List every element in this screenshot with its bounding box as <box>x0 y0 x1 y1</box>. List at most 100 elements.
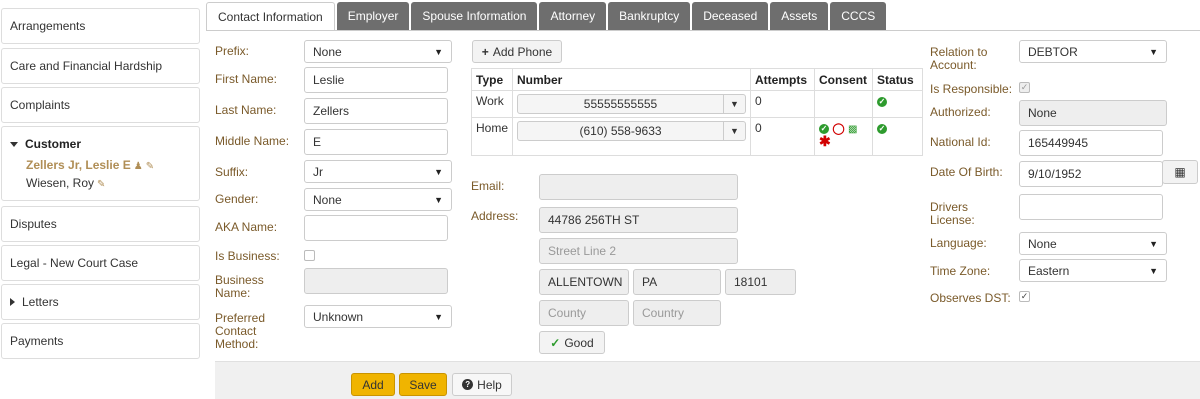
is-responsible-checkbox[interactable]: ✓ <box>1019 82 1030 93</box>
first-name-input[interactable]: Leslie <box>304 67 448 93</box>
business-name-input[interactable] <box>304 268 448 294</box>
tab-bankruptcy[interactable]: Bankruptcy <box>608 2 691 30</box>
email-label: Email: <box>471 179 505 193</box>
middle-name-label: Middle Name: <box>215 134 290 148</box>
tab-employer[interactable]: Employer <box>336 2 410 30</box>
person-icon: ♟ <box>133 161 143 172</box>
check-circle-icon: ✓ <box>877 96 888 107</box>
county-input[interactable]: County <box>539 300 629 326</box>
caret-down-icon: ▼ <box>434 311 443 322</box>
question-circle-icon: ? <box>462 379 474 390</box>
headset-icon[interactable]: ◯ <box>832 123 844 135</box>
business-name-label: Business Name: <box>215 273 264 300</box>
address-line2-input[interactable]: Street Line 2 <box>539 238 738 264</box>
address-status-button[interactable]: ✓ Good <box>539 331 605 354</box>
sidebar: Arrangements Care and Financial Hardship… <box>0 0 202 399</box>
gender-label: Gender: <box>215 192 259 206</box>
prefix-select[interactable]: None ▼ <box>304 40 452 63</box>
tab-bar: Contact Information Employer Spouse Info… <box>206 2 888 30</box>
tab-assets[interactable]: Assets <box>770 2 829 30</box>
tab-deceased[interactable]: Deceased <box>692 2 769 30</box>
tab-contact-information[interactable]: Contact Information <box>206 2 335 30</box>
help-button[interactable]: ? Help <box>452 373 512 396</box>
address-label: Address: <box>471 209 519 223</box>
address-line1-input[interactable]: 44786 256TH ST <box>539 207 738 233</box>
gender-select[interactable]: None ▼ <box>304 188 452 211</box>
calendar-icon: ▦ <box>1174 165 1186 179</box>
sidebar-item-legal[interactable]: Legal - New Court Case <box>1 245 200 281</box>
time-zone-label: Time Zone: <box>930 264 991 278</box>
sidebar-item-arrangements[interactable]: Arrangements <box>1 8 200 44</box>
caret-down-icon: ▼ <box>723 95 745 113</box>
add-phone-button[interactable]: + Add Phone <box>472 40 562 63</box>
sidebar-item-disputes[interactable]: Disputes <box>1 206 200 242</box>
caret-down-icon: ▼ <box>1149 46 1158 57</box>
sidebar-item-letters[interactable]: Letters <box>1 284 200 320</box>
dob-input[interactable]: 9/10/1952 <box>1019 161 1163 187</box>
caret-down-icon: ▼ <box>434 166 443 177</box>
last-name-input[interactable]: Zellers <box>304 98 448 124</box>
save-button[interactable]: Save <box>399 373 447 396</box>
authorized-input[interactable]: None <box>1019 100 1167 126</box>
suffix-select[interactable]: Jr ▼ <box>304 160 452 183</box>
chevron-right-icon <box>10 298 15 306</box>
customer-primary-link[interactable]: Zellers Jr, Leslie E ♟ ✎ <box>26 158 154 172</box>
tab-divider <box>206 30 1200 31</box>
relation-select[interactable]: DEBTOR ▼ <box>1019 40 1167 63</box>
caret-down-icon: ▼ <box>723 122 745 140</box>
customer-secondary-link[interactable]: Wiesen, Roy ✎ <box>26 176 105 190</box>
is-responsible-label: Is Responsible: <box>930 82 1013 96</box>
language-select[interactable]: None ▼ <box>1019 232 1167 255</box>
suffix-label: Suffix: <box>215 165 249 179</box>
add-button[interactable]: Add <box>351 373 395 396</box>
language-label: Language: <box>930 236 987 250</box>
preferred-contact-label: Preferred Contact Method: <box>215 311 266 351</box>
email-input[interactable] <box>539 174 738 200</box>
observes-dst-checkbox[interactable]: ✓ <box>1019 291 1030 302</box>
phone-row: Home (610) 558-9633 ▼ 0 ✓ ◯ ▩ ✱ ✓ <box>470 117 923 156</box>
phone-row: Work 55555555555 ▼ 0 ✓ <box>470 90 923 118</box>
caret-down-icon: ▼ <box>434 46 443 57</box>
sidebar-item-customer[interactable]: Customer Zellers Jr, Leslie E ♟ ✎ Wiesen, … <box>1 126 200 201</box>
required-asterisk-icon: ✱ <box>819 133 831 149</box>
aka-name-input[interactable] <box>304 215 448 241</box>
phone-number-select[interactable]: (610) 558-9633 ▼ <box>517 121 747 141</box>
country-input[interactable]: Country <box>633 300 721 326</box>
tab-cccs[interactable]: CCCS <box>830 2 887 30</box>
state-input[interactable]: PA <box>633 269 721 295</box>
check-icon: ✓ <box>550 335 561 350</box>
caret-down-icon: ▼ <box>1149 238 1158 249</box>
middle-name-input[interactable]: E <box>304 129 448 155</box>
prefix-label: Prefix: <box>215 44 250 58</box>
national-id-label: National Id: <box>930 135 991 149</box>
phone-table-header: Type Number Attempts Consent Status <box>470 68 923 91</box>
zip-input[interactable]: 18101 <box>725 269 796 295</box>
authorized-label: Authorized: <box>930 105 991 119</box>
tab-attorney[interactable]: Attorney <box>539 2 607 30</box>
tab-spouse-information[interactable]: Spouse Information <box>411 2 538 30</box>
print-icon[interactable]: ▩ <box>848 124 857 135</box>
drivers-license-label: Drivers License: <box>930 200 975 227</box>
plus-icon: + <box>481 44 489 59</box>
time-zone-select[interactable]: Eastern ▼ <box>1019 259 1167 282</box>
phone-table: Type Number Attempts Consent Status Work… <box>470 68 923 156</box>
dob-label: Date Of Birth: <box>930 165 1003 179</box>
drivers-license-input[interactable] <box>1019 194 1163 220</box>
caret-down-icon: ▼ <box>434 194 443 205</box>
aka-name-label: AKA Name: <box>215 220 278 234</box>
first-name-label: First Name: <box>215 72 278 86</box>
national-id-input[interactable]: 165449945 <box>1019 130 1163 156</box>
sidebar-item-care[interactable]: Care and Financial Hardship <box>1 48 200 84</box>
phone-number-select[interactable]: 55555555555 ▼ <box>517 94 747 114</box>
city-input[interactable]: ALLENTOWN <box>539 269 629 295</box>
sidebar-item-complaints[interactable]: Complaints <box>1 87 200 123</box>
sidebar-item-payments[interactable]: Payments <box>1 323 200 359</box>
last-name-label: Last Name: <box>215 103 277 117</box>
calendar-button[interactable]: ▦ <box>1162 160 1198 184</box>
caret-down-icon: ▼ <box>1149 265 1158 276</box>
check-circle-icon: ✓ <box>877 123 888 134</box>
edit-icon: ✎ <box>97 179 106 190</box>
edit-icon: ✎ <box>145 161 155 172</box>
is-business-checkbox[interactable] <box>304 250 315 261</box>
preferred-contact-select[interactable]: Unknown ▼ <box>304 305 452 328</box>
